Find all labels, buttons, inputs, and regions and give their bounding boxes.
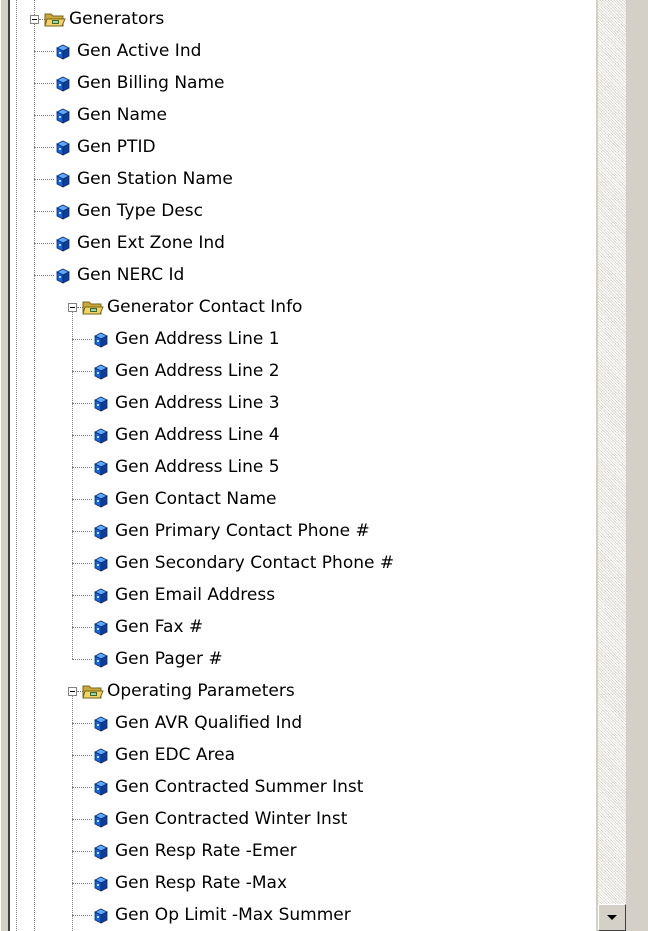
generator-field-label[interactable]: Gen Station Name bbox=[77, 169, 233, 189]
generators-folder-label[interactable]: Generators bbox=[69, 9, 164, 29]
operating-field-label[interactable]: Gen EDC Area bbox=[115, 745, 235, 765]
contact-field-label[interactable]: Gen Address Line 5 bbox=[115, 457, 280, 477]
tree-guide-line bbox=[16, 0, 17, 931]
scrollbar-track[interactable] bbox=[598, 0, 626, 931]
tree-guide-line bbox=[34, 179, 54, 180]
field-cube-icon bbox=[93, 428, 109, 444]
tree-guide-line bbox=[72, 499, 92, 500]
window-right-border bbox=[630, 0, 648, 931]
chevron-down-icon bbox=[607, 915, 617, 920]
field-cube-icon bbox=[93, 556, 109, 572]
generator-field-label[interactable]: Gen PTID bbox=[77, 137, 156, 157]
field-cube-icon bbox=[93, 364, 109, 380]
generator-field-label[interactable]: Gen NERC Id bbox=[77, 265, 184, 285]
field-cube-icon bbox=[93, 844, 109, 860]
tree-guide-line bbox=[72, 915, 92, 916]
tree-guide-line bbox=[72, 312, 73, 659]
contact-field-label[interactable]: Gen Address Line 3 bbox=[115, 393, 280, 413]
operating-field-label[interactable]: Gen Resp Rate -Max bbox=[115, 873, 287, 893]
operating-field-label[interactable]: Gen AVR Qualified Ind bbox=[115, 713, 302, 733]
field-cube-icon bbox=[55, 108, 71, 124]
tree-guide-line bbox=[72, 371, 92, 372]
contact-field-label[interactable]: Gen Address Line 4 bbox=[115, 425, 280, 445]
tree-guide-line bbox=[72, 339, 92, 340]
tree-guide-line bbox=[34, 0, 35, 15]
field-cube-icon bbox=[93, 652, 109, 668]
tree-guide-line bbox=[72, 531, 92, 532]
contact-field-label[interactable]: Gen Address Line 2 bbox=[115, 361, 280, 381]
contact-field-label[interactable]: Gen Pager # bbox=[115, 649, 223, 669]
field-cube-icon bbox=[55, 140, 71, 156]
field-cube-icon bbox=[93, 492, 109, 508]
field-cube-icon bbox=[93, 524, 109, 540]
contact-field-label[interactable]: Gen Secondary Contact Phone # bbox=[115, 553, 394, 573]
field-cube-icon bbox=[93, 460, 109, 476]
tree-guide-line bbox=[72, 819, 92, 820]
tree-guide-line bbox=[34, 275, 54, 276]
field-cube-icon bbox=[93, 620, 109, 636]
tree-guide-line bbox=[72, 435, 92, 436]
tree-guide-line bbox=[72, 403, 92, 404]
field-cube-icon bbox=[55, 268, 71, 284]
contact-field-label[interactable]: Gen Primary Contact Phone # bbox=[115, 521, 370, 541]
generator-field-label[interactable]: Gen Ext Zone Ind bbox=[77, 233, 225, 253]
field-cube-icon bbox=[93, 396, 109, 412]
collapse-contact-info-icon[interactable] bbox=[68, 303, 77, 312]
field-cube-icon bbox=[93, 748, 109, 764]
tree-guide-line bbox=[72, 595, 92, 596]
contact-field-label[interactable]: Gen Address Line 1 bbox=[115, 329, 280, 349]
tree-guide-line bbox=[72, 659, 92, 660]
contact-field-label[interactable]: Gen Fax # bbox=[115, 617, 203, 637]
tree-guide-line bbox=[72, 696, 73, 931]
field-cube-icon bbox=[55, 236, 71, 252]
tree-guide-line bbox=[72, 563, 92, 564]
field-cube-icon bbox=[93, 812, 109, 828]
tree-guide-line bbox=[72, 723, 92, 724]
tree-guide-line bbox=[34, 83, 54, 84]
field-cube-icon bbox=[93, 716, 109, 732]
tree-guide-line bbox=[72, 755, 92, 756]
open-folder-icon bbox=[82, 299, 104, 316]
contact-info-folder-label[interactable]: Generator Contact Info bbox=[107, 297, 302, 317]
tree-guide-line bbox=[72, 467, 92, 468]
tree-view[interactable]: Generators Gen Active Ind Gen Billing Name… bbox=[10, 0, 596, 931]
tree-guide-line bbox=[34, 243, 54, 244]
open-folder-icon bbox=[82, 683, 104, 700]
generator-field-label[interactable]: Gen Type Desc bbox=[77, 201, 203, 221]
operating-field-label[interactable]: Gen Resp Rate -Emer bbox=[115, 841, 297, 861]
field-cube-icon bbox=[93, 780, 109, 796]
collapse-operating-parameters-icon[interactable] bbox=[68, 687, 77, 696]
field-cube-icon bbox=[55, 76, 71, 92]
generator-field-label[interactable]: Gen Billing Name bbox=[77, 73, 225, 93]
field-cube-icon bbox=[93, 588, 109, 604]
tree-guide-line bbox=[72, 851, 92, 852]
generator-field-label[interactable]: Gen Active Ind bbox=[77, 41, 201, 61]
tree-guide-line bbox=[72, 787, 92, 788]
tree-guide-line bbox=[72, 883, 92, 884]
scroll-down-button[interactable] bbox=[598, 904, 626, 931]
field-cube-icon bbox=[93, 332, 109, 348]
contact-field-label[interactable]: Gen Contact Name bbox=[115, 489, 277, 509]
tree-guide-line bbox=[34, 211, 54, 212]
tree-guide-line bbox=[72, 627, 92, 628]
field-cube-icon bbox=[93, 876, 109, 892]
tree-guide-line bbox=[34, 115, 54, 116]
operating-field-label[interactable]: Gen Contracted Winter Inst bbox=[115, 809, 347, 829]
field-cube-icon bbox=[55, 204, 71, 220]
operating-parameters-folder-label[interactable]: Operating Parameters bbox=[107, 681, 295, 701]
operating-field-label[interactable]: Gen Contracted Summer Inst bbox=[115, 777, 363, 797]
tree-guide-line bbox=[34, 24, 35, 931]
field-cube-icon bbox=[55, 172, 71, 188]
open-folder-icon bbox=[44, 11, 66, 28]
tree-guide-line bbox=[34, 51, 54, 52]
collapse-generators-icon[interactable] bbox=[30, 15, 39, 24]
field-cube-icon bbox=[93, 908, 109, 924]
generator-field-label[interactable]: Gen Name bbox=[77, 105, 167, 125]
contact-field-label[interactable]: Gen Email Address bbox=[115, 585, 275, 605]
field-cube-icon bbox=[55, 44, 71, 60]
tree-guide-line bbox=[34, 147, 54, 148]
operating-field-label[interactable]: Gen Op Limit -Max Summer bbox=[115, 905, 351, 925]
